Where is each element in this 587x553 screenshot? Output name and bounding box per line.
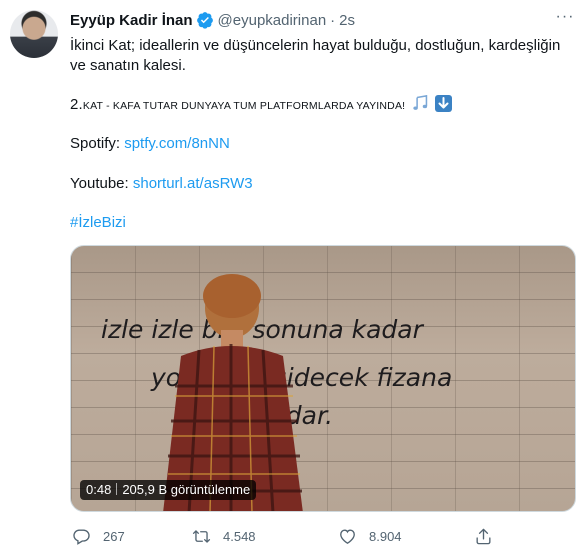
tweet[interactable]: Eyyüp Kadir İnan @eyupkadirinan · 2s ···…: [0, 0, 587, 553]
spotify-link[interactable]: sptfy.com/8nNN: [124, 135, 230, 152]
like-button[interactable]: 8.904: [338, 524, 402, 548]
musical-notes-emoji: [413, 95, 427, 110]
tweet-actions: 267 4.548 8.904: [70, 524, 491, 548]
spotify-label: Spotify:: [70, 135, 121, 152]
retweet-count: 4.548: [223, 528, 256, 544]
video-duration: 0:48: [86, 482, 112, 497]
more-icon[interactable]: ···: [553, 8, 577, 32]
tweet-text-line-1: İkinci Kat; ideallerin ve düşüncelerin h…: [70, 37, 561, 54]
badge-divider: [116, 483, 118, 495]
separator-dot: ·: [330, 11, 336, 29]
tweet-header: Eyyüp Kadir İnan @eyupkadirinan · 2s: [70, 10, 355, 30]
video-player[interactable]: izle izle bizi sonuna kadar yol olsun gi…: [70, 245, 576, 512]
graffiti-line-1: izle izle bizi sonuna kadar: [101, 315, 425, 344]
reply-icon: [73, 528, 90, 545]
like-count: 8.904: [369, 528, 402, 544]
video-views: 205,9 B görüntülenme: [122, 482, 251, 497]
person-silhouette: [163, 274, 303, 511]
youtube-line: Youtube: shorturl.at/asRW3: [70, 174, 253, 194]
announcement-number: 2.: [70, 96, 83, 113]
author-handle[interactable]: @eyupkadirinan: [218, 12, 327, 29]
announcement-line: 2.KAT - KAFA TUTAR DUNYAYA TUM PLATFORML…: [70, 95, 453, 116]
timestamp[interactable]: 2s: [339, 12, 355, 29]
reply-count: 267: [103, 528, 125, 544]
down-arrow-emoji: [435, 95, 453, 112]
video-info-badge: 0:48 205,9 B görüntülenme: [80, 480, 257, 500]
retweet-button[interactable]: 4.548: [192, 524, 256, 548]
spotify-line: Spotify: sptfy.com/8nNN: [70, 134, 230, 154]
share-button[interactable]: [474, 524, 505, 548]
reply-button[interactable]: 267: [72, 524, 125, 548]
verified-badge-icon: [196, 12, 213, 29]
author-name[interactable]: Eyyüp Kadir İnan: [70, 12, 193, 29]
video-frame: izle izle bizi sonuna kadar yol olsun gi…: [101, 274, 452, 511]
hashtag-link[interactable]: #İzleBizi: [70, 213, 126, 233]
youtube-link[interactable]: shorturl.at/asRW3: [133, 175, 253, 192]
heart-icon: [340, 528, 355, 544]
announcement-text: KAT - KAFA TUTAR DUNYAYA TUM PLATFORMLAR…: [82, 100, 406, 112]
youtube-label: Youtube:: [70, 175, 129, 192]
retweet-icon: [192, 529, 211, 543]
avatar[interactable]: [10, 10, 58, 58]
share-icon: [476, 528, 491, 544]
tweet-text-line-2: ve sanatın kalesi.: [70, 57, 186, 74]
